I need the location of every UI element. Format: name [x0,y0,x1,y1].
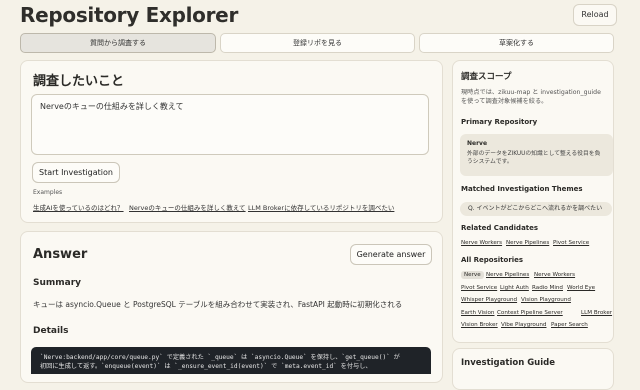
generate-answer-button[interactable]: Generate answer [350,244,432,265]
related-heading: Related Candidates [461,224,539,232]
repo-link[interactable]: Nerve Pipelines [486,272,529,278]
repo-link[interactable]: Light Auth [500,285,529,291]
repo-chip-selected[interactable]: Nerve [461,271,484,279]
scope-description: 現時点では、zikuu-map と investigation_guide を使… [461,89,601,105]
repo-link[interactable]: Paper Search [551,322,588,328]
code-line: `Nerve:backend/app/core/queue.py` で定義された… [40,354,400,361]
all-repos-heading: All Repositories [461,256,524,264]
primary-repo-heading: Primary Repository [461,118,538,126]
themes-heading: Matched Investigation Themes [461,185,583,193]
guide-heading: Investigation Guide [461,358,555,368]
primary-repo-desc: 外部のデータをZIKUUの知識として整える役目を負うシステムです。 [467,151,601,165]
repo-link[interactable]: Context Pipeline Server [497,310,563,316]
examples-label: Examples [33,189,63,196]
app-title: Repository Explorer [20,3,239,27]
example-link[interactable]: LLM Brokerに依存しているリポジトリを調べたい [248,202,394,212]
repo-link[interactable]: Nerve Workers [534,272,575,278]
repo-link[interactable]: Earth Vision [461,310,494,316]
summary-heading: Summary [33,278,82,288]
repo-link[interactable]: Radio Mind [532,285,563,291]
repo-link[interactable]: Vision Broker [461,322,498,328]
repo-link[interactable]: World Eye [567,285,595,291]
start-investigation-button[interactable]: Start Investigation [32,162,120,183]
repo-link[interactable]: Vision Playground [521,297,571,303]
repo-link[interactable]: Vibe Playground [501,322,547,328]
question-textarea[interactable]: Nerveのキューの仕組みを詳しく教えて [31,94,429,155]
details-heading: Details [33,326,69,336]
primary-repo-name: Nerve [467,140,488,147]
theme-pill[interactable]: Q. イベントがどこからどこへ流れるかを調べたい [460,202,612,216]
related-link[interactable]: Pivot Service [553,240,589,246]
related-link[interactable]: Nerve Pipelines [506,240,549,246]
related-link[interactable]: Nerve Workers [461,240,502,246]
tab-repos[interactable]: 登録リポを見る [220,33,415,53]
tab-draft[interactable]: 草案化する [419,33,614,53]
scope-heading: 調査スコープ [461,72,512,82]
example-link[interactable]: Nerveのキューの仕組みを詳しく教えて [129,202,246,212]
guide-card [452,348,614,390]
tab-investigate[interactable]: 質問から調査する [20,33,216,53]
summary-text: キューは asyncio.Queue と PostgreSQL テーブルを組み合… [33,300,403,309]
repo-link[interactable]: Pivot Service [461,285,497,291]
code-block: `Nerve:backend/app/core/queue.py` で定義された… [31,347,431,374]
code-line: 初回に生成して返す。`enqueue(event)` は `_ensure_ev… [40,363,372,370]
primary-repo-box: Nerve 外部のデータをZIKUUの知識として整える役目を負うシステムです。 [460,134,613,176]
investigate-heading: 調査したいこと [33,74,125,89]
answer-heading: Answer [33,247,88,262]
repo-link[interactable]: Whisper Playground [461,297,517,303]
example-link[interactable]: 生成AIを使っているのはどれ？ [33,202,124,212]
repo-link[interactable]: LLM Broker [581,310,612,316]
question-text: Nerveのキューの仕組みを詳しく教えて [40,102,184,111]
reload-button[interactable]: Reload [573,4,617,26]
